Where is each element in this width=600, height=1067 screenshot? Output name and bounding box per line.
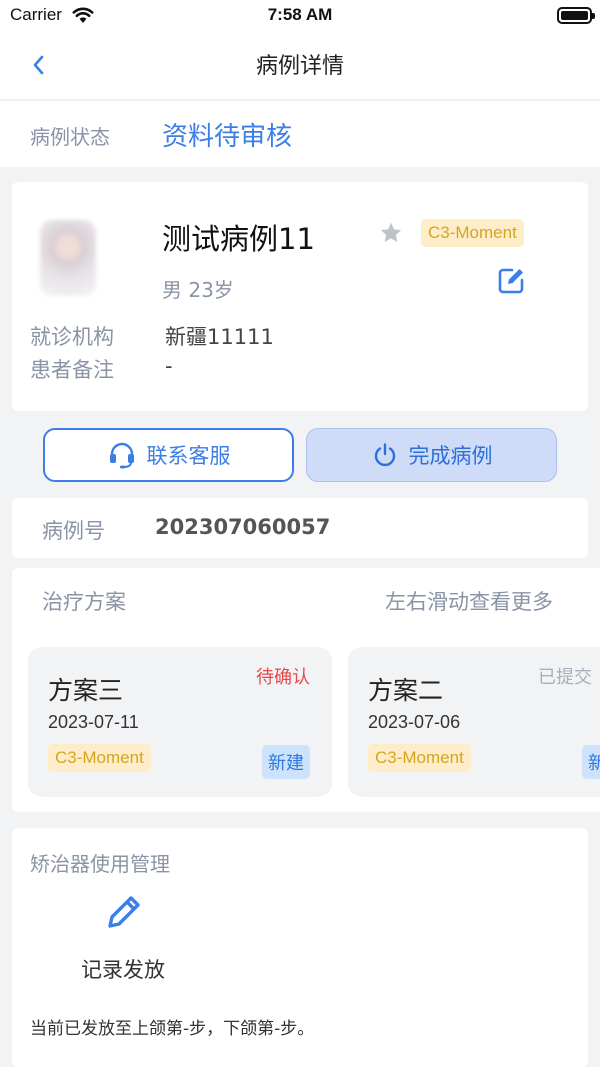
treatment-plans-title: 治疗方案 <box>42 590 126 614</box>
contact-support-button[interactable]: 联系客服 <box>43 428 294 482</box>
star-icon[interactable] <box>378 220 404 246</box>
patient-note-value: - <box>165 354 173 378</box>
case-status-row: 病例状态 资料待审核 <box>0 101 600 167</box>
headset-icon <box>109 442 134 469</box>
patient-avatar <box>40 220 96 296</box>
appliance-management-section: 矫治器使用管理 记录发放 当前已发放至上颌第-步，下颌第-步。 <box>12 828 588 1067</box>
plan-card[interactable]: 方案二 已提交 2023-07-06 C3-Moment 新建 <box>348 647 600 797</box>
clock: 7:58 AM <box>267 5 333 24</box>
power-icon <box>374 443 395 467</box>
plan-product-tag: C3-Moment <box>368 744 471 772</box>
case-number-row: 病例号 202307060057 <box>12 498 588 558</box>
page-title: 病例详情 <box>255 54 344 79</box>
plan-date: 2023-07-11 <box>48 712 139 732</box>
plan-status: 待确认 <box>256 667 310 688</box>
navigation-bar: 病例详情 <box>0 32 600 100</box>
case-status-label: 病例状态 <box>30 125 110 149</box>
plan-badge: 新建 <box>582 745 600 779</box>
institution-label: 就诊机构 <box>30 325 114 349</box>
contact-support-label: 联系客服 <box>146 444 231 468</box>
plan-date: 2023-07-06 <box>368 712 461 732</box>
status-bar: Carrier 7:58 AM <box>0 0 600 32</box>
case-number-label: 病例号 <box>42 519 105 543</box>
plan-name: 方案三 <box>48 676 124 705</box>
plan-badge: 新建 <box>262 745 310 779</box>
case-status-value: 资料待审核 <box>162 122 293 152</box>
patient-name: 测试病例11 <box>162 222 315 256</box>
patient-note-label: 患者备注 <box>30 358 114 382</box>
institution-value: 新疆11111 <box>165 325 274 349</box>
battery-icon <box>557 7 595 24</box>
dispense-status-text: 当前已发放至上颌第-步，下颌第-步。 <box>30 1019 315 1039</box>
patient-card: 测试病例11 C3-Moment 男 23岁 就诊机构 新疆11111 患者备注… <box>12 182 588 411</box>
plan-product-tag: C3-Moment <box>48 744 151 772</box>
plan-status: 已提交 <box>538 667 592 688</box>
pencil-icon[interactable] <box>100 888 148 936</box>
plan-card[interactable]: 方案三 待确认 2023-07-11 C3-Moment 新建 <box>28 647 332 797</box>
complete-case-button[interactable]: 完成病例 <box>306 428 557 482</box>
appliance-management-title: 矫治器使用管理 <box>30 852 170 876</box>
treatment-plans-section: 治疗方案 左右滑动查看更多 方案三 待确认 2023-07-11 C3-Mome… <box>12 568 600 812</box>
product-tag: C3-Moment <box>421 219 524 247</box>
swipe-hint: 左右滑动查看更多 <box>385 590 553 614</box>
complete-case-label: 完成病例 <box>408 444 493 468</box>
case-number-value: 202307060057 <box>155 515 331 539</box>
record-dispense-button[interactable]: 记录发放 <box>81 954 165 984</box>
patient-gender-age: 男 23岁 <box>162 278 234 302</box>
edit-icon[interactable] <box>496 266 526 296</box>
plan-name: 方案二 <box>368 676 444 705</box>
